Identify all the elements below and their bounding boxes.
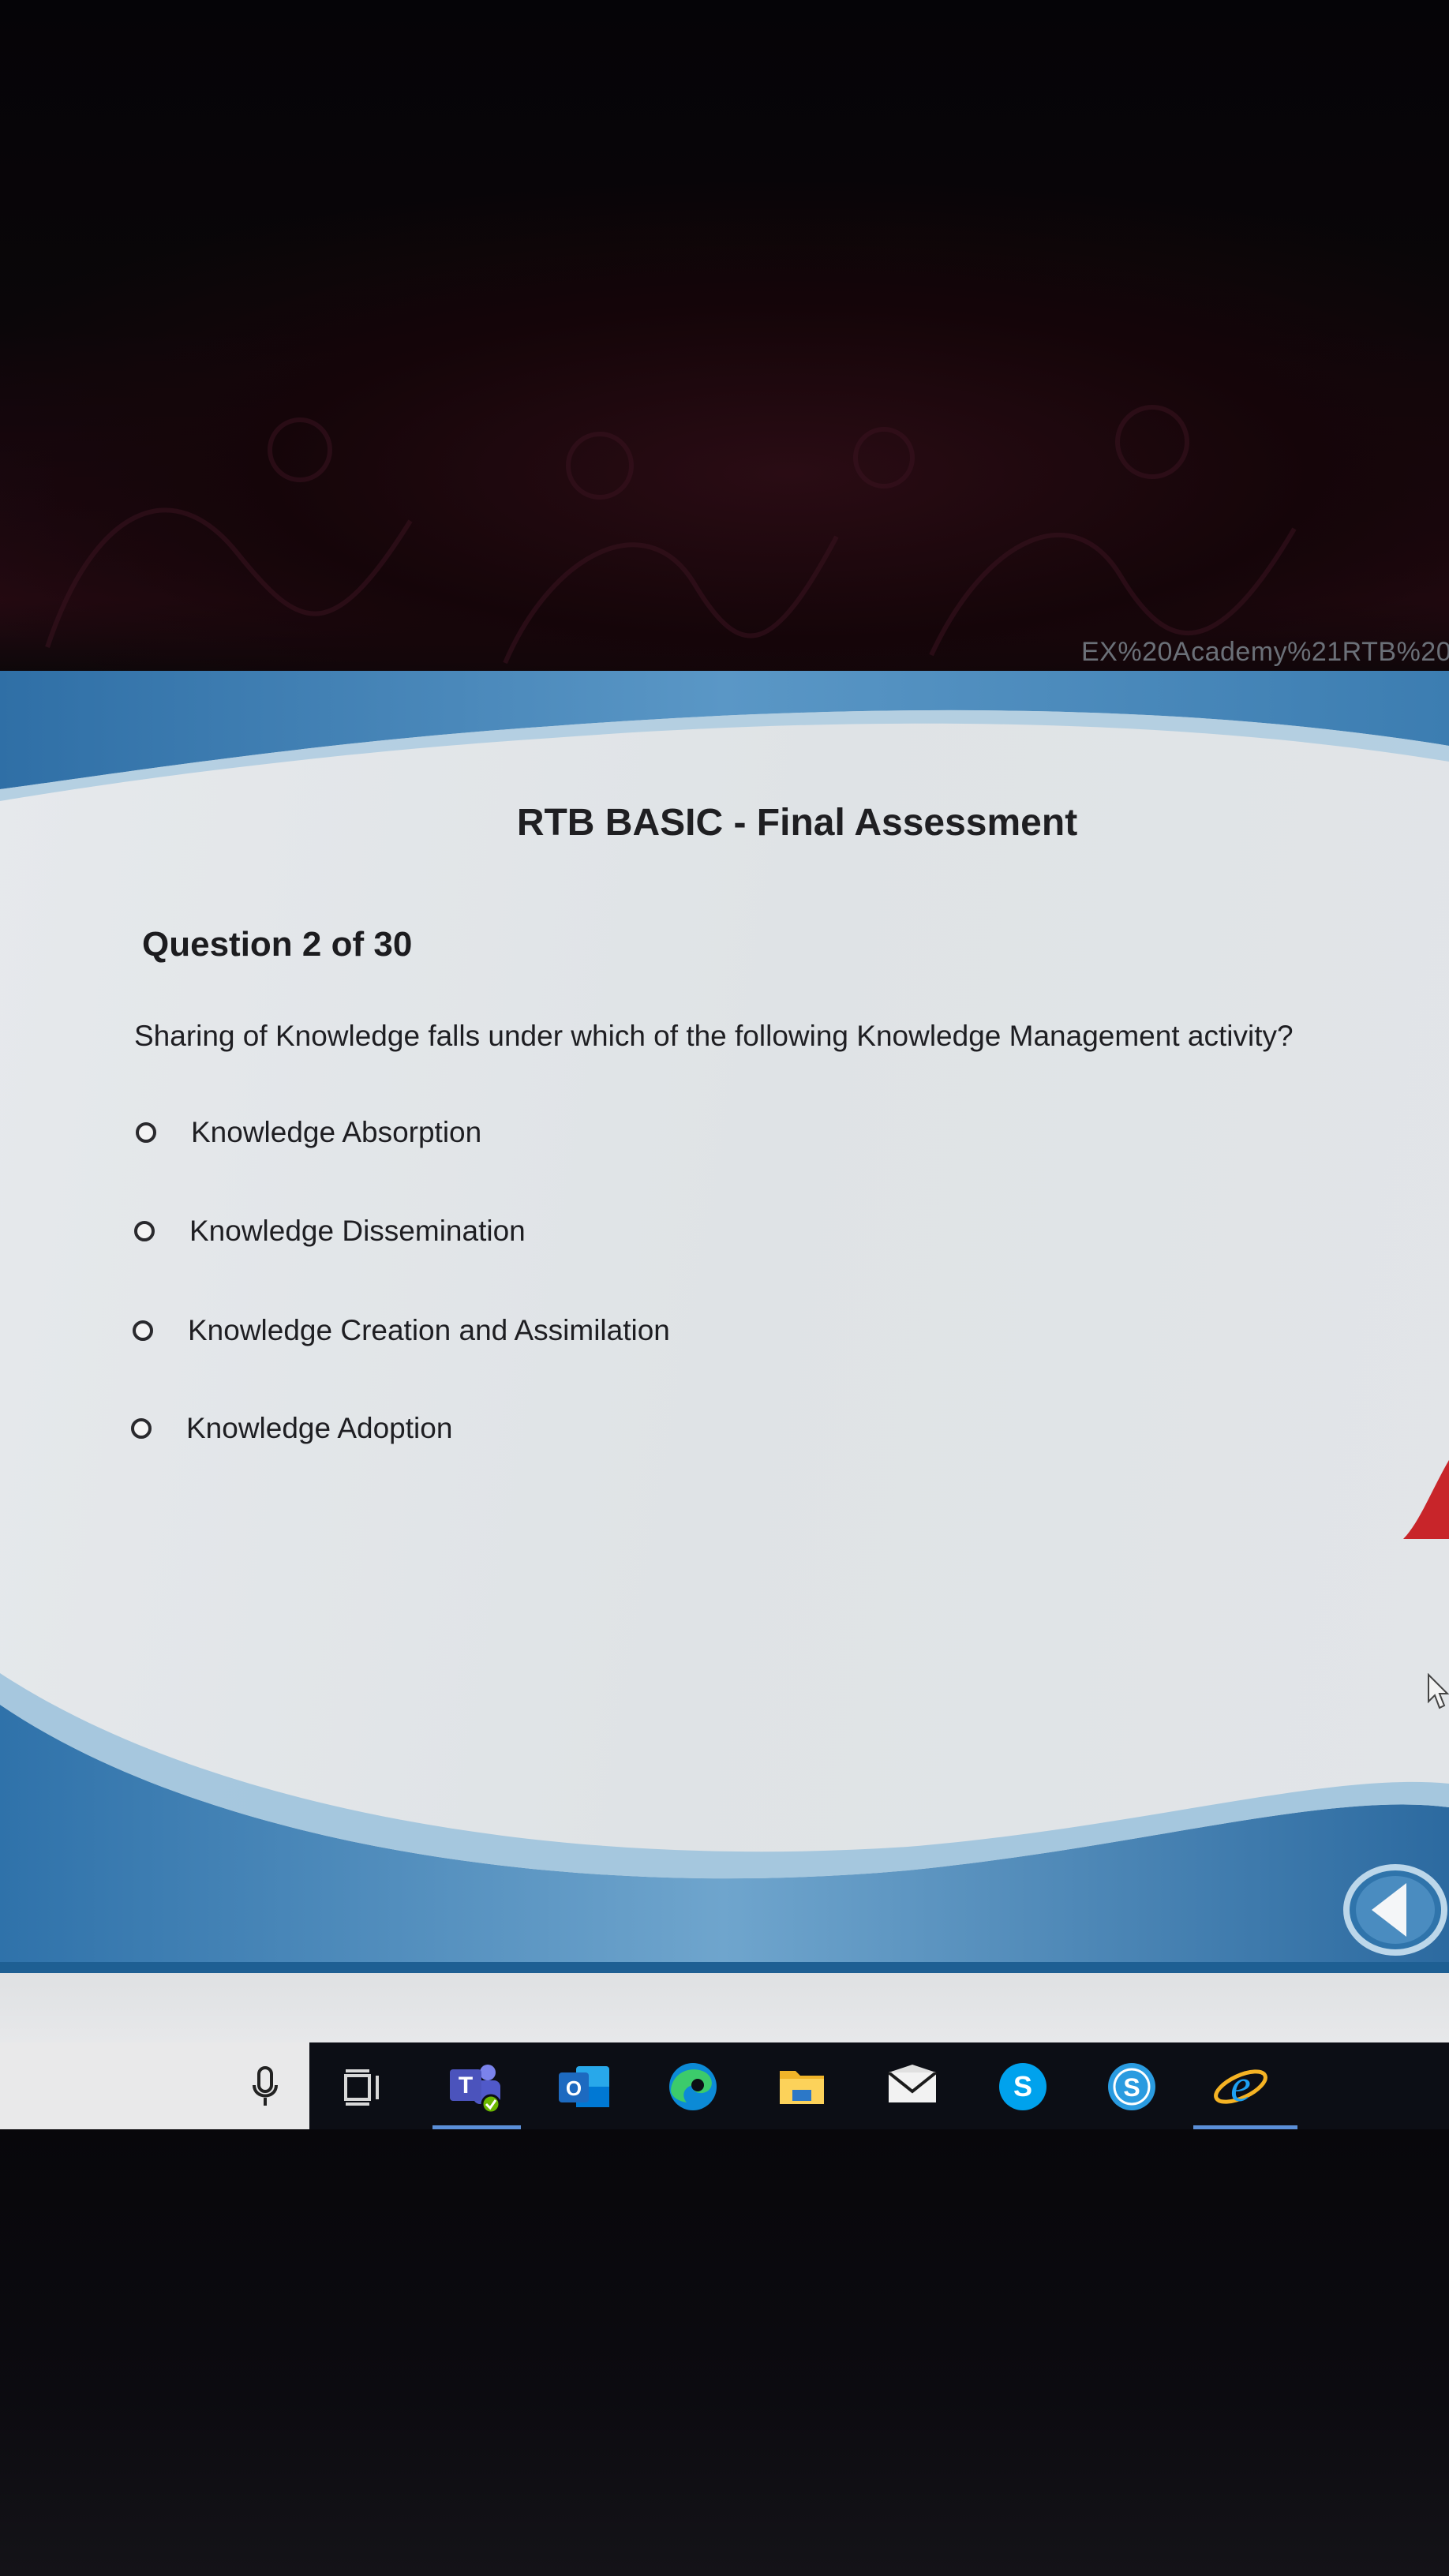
browser-url-fragment: EX%20Academy%21RTB%20C <box>1081 637 1449 667</box>
mouse-cursor-icon <box>1428 1673 1449 1709</box>
svg-text:e: e <box>1230 2060 1251 2111</box>
answer-option-creation-assimilation[interactable]: Knowledge Creation and Assimilation <box>133 1307 670 1354</box>
page-title: RTB BASIC - Final Assessment <box>516 802 1078 844</box>
file-explorer-icon[interactable] <box>773 2058 830 2115</box>
microphone-icon[interactable] <box>237 2058 294 2115</box>
back-arrow-icon <box>1343 1864 1447 1956</box>
back-button[interactable] <box>1342 1863 1449 1957</box>
browser-viewport: RTB BASIC - Final Assessment Question 2 … <box>0 671 1449 1973</box>
mail-icon[interactable] <box>884 2058 941 2115</box>
task-view-icon[interactable] <box>335 2058 391 2115</box>
internet-explorer-icon[interactable]: e <box>1212 2058 1269 2115</box>
answer-option-label: Knowledge Dissemination <box>189 1215 526 1247</box>
svg-text:T: T <box>459 2072 473 2099</box>
answer-option-absorption[interactable]: Knowledge Absorption <box>136 1109 481 1156</box>
outlook-icon[interactable]: O <box>556 2058 612 2115</box>
radio-button[interactable] <box>136 1122 156 1143</box>
radio-button[interactable] <box>134 1221 155 1241</box>
windows-taskbar: T O S S e <box>0 2042 1449 2129</box>
radio-button[interactable] <box>131 1418 152 1439</box>
laptop-bezel <box>0 2129 1449 2576</box>
teams-icon[interactable]: T <box>447 2058 504 2115</box>
question-number: Question 2 of 30 <box>142 925 413 964</box>
question-text: Sharing of Knowledge falls under which o… <box>134 1020 1294 1052</box>
answer-option-adoption[interactable]: Knowledge Adoption <box>131 1405 452 1452</box>
answer-option-label: Knowledge Adoption <box>186 1412 453 1444</box>
edge-icon[interactable] <box>665 2058 721 2115</box>
skype-icon[interactable]: S <box>994 2058 1051 2115</box>
svg-text:O: O <box>566 2076 582 2100</box>
radio-button[interactable] <box>133 1320 153 1341</box>
svg-text:S: S <box>1013 2070 1032 2102</box>
answer-option-dissemination[interactable]: Knowledge Dissemination <box>134 1208 526 1255</box>
answer-option-label: Knowledge Creation and Assimilation <box>188 1314 670 1346</box>
answer-option-label: Knowledge Absorption <box>191 1116 482 1148</box>
svg-text:S: S <box>1123 2073 1140 2102</box>
decorative-red-graphic <box>1403 1460 1449 1539</box>
skype-for-business-icon[interactable]: S <box>1103 2058 1160 2115</box>
browser-status-strip <box>0 1973 1449 2042</box>
